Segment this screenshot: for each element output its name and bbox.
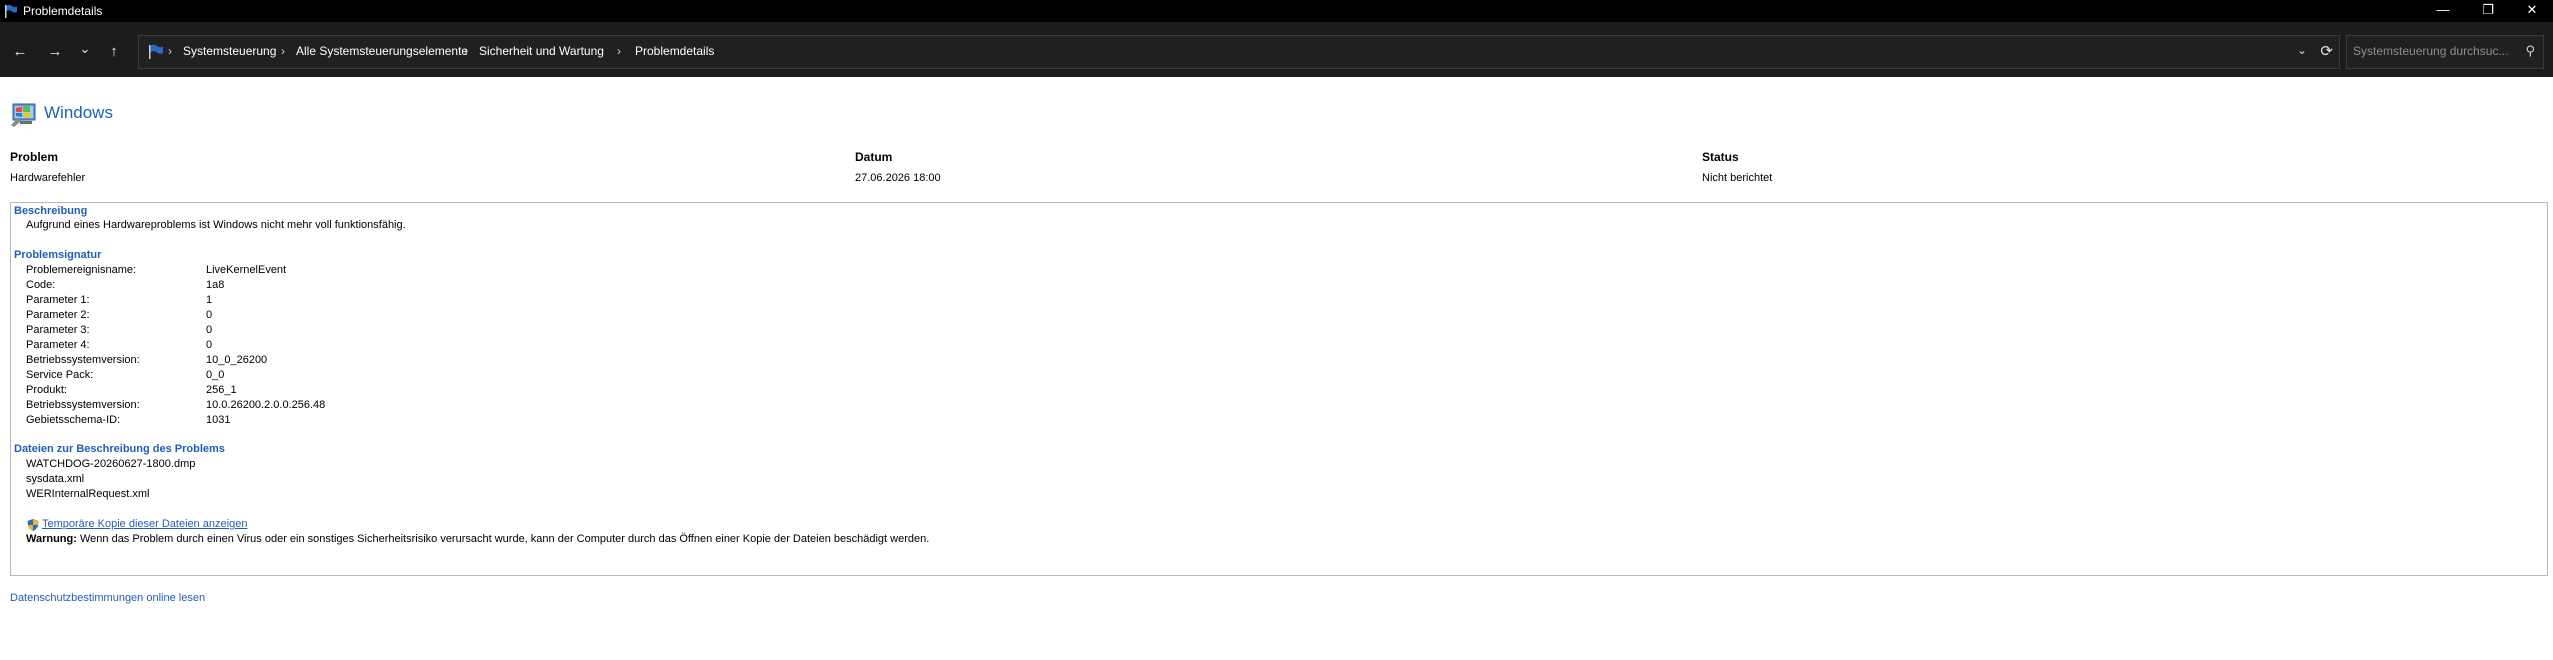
security-shield-icon (27, 519, 39, 531)
search-box[interactable]: ⚲ (2346, 35, 2544, 69)
search-input[interactable] (2353, 44, 2519, 58)
signature-value: 0 (206, 324, 213, 336)
breadcrumb-problemdetails[interactable]: Problemdetails (635, 44, 714, 58)
breadcrumb-separator-icon[interactable]: › (617, 44, 621, 58)
column-header-datum: Datum (855, 150, 893, 164)
section-title-dateien: Dateien zur Beschreibung des Problems (14, 443, 225, 455)
status-value: Nicht berichtet (1702, 172, 1773, 184)
forward-arrow-icon[interactable]: → (42, 40, 68, 66)
signature-key: Gebietsschema-ID: (26, 414, 121, 426)
breadcrumb-separator-icon[interactable]: › (168, 44, 172, 58)
file-item: WATCHDOG-20260627-1800.dmp (26, 458, 196, 470)
back-arrow-icon[interactable]: ← (7, 40, 33, 66)
breadcrumb-systemsteuerung[interactable]: Systemsteuerung (183, 44, 276, 58)
date-value: 27.06.2026 18:00 (855, 172, 941, 184)
details-panel: Beschreibung Aufgrund eines Hardwareprob… (10, 202, 2548, 576)
signature-value: 10.0.26200.2.0.0.256.48 (206, 399, 326, 411)
breadcrumb-separator-icon[interactable]: › (464, 44, 468, 58)
signature-key: Parameter 3: (26, 324, 90, 336)
signature-value: LiveKernelEvent (206, 264, 287, 276)
section-title-beschreibung: Beschreibung (14, 205, 88, 217)
breadcrumb-sicherheit-wartung[interactable]: Sicherheit und Wartung (479, 44, 604, 58)
up-arrow-icon[interactable]: ↑ (101, 40, 127, 66)
address-history-dropdown-icon[interactable]: ⌄ (2297, 43, 2307, 57)
page-title: Windows (44, 103, 113, 122)
windows-maintenance-icon (11, 103, 36, 127)
address-bar[interactable]: › Systemsteuerung › Alle Systemsteuerung… (138, 35, 2340, 69)
breadcrumb-separator-icon[interactable]: › (281, 44, 285, 58)
title-bar: Problemdetails — ❐ ✕ (0, 0, 2553, 22)
signature-value: 1 (206, 294, 213, 306)
control-panel-flag-icon (5, 4, 17, 18)
privacy-statement-link[interactable]: Datenschutzbestimmungen online lesen (10, 592, 205, 604)
signature-value: 1a8 (206, 279, 225, 291)
signature-key: Parameter 2: (26, 309, 90, 321)
description-text: Aufgrund eines Hardwareproblems ist Wind… (26, 219, 406, 231)
search-icon[interactable]: ⚲ (2525, 43, 2535, 59)
recent-locations-chevron-icon[interactable]: ⌄ (72, 37, 98, 63)
temporary-copy-link[interactable]: Temporäre Kopie dieser Dateien anzeigen (42, 518, 247, 530)
signature-key: Code: (26, 279, 56, 291)
signature-value: 1031 (206, 414, 231, 426)
restore-button[interactable]: ❐ (2465, 0, 2511, 22)
signature-key: Betriebssystemversion: (26, 399, 140, 411)
warning-label: Warnung: (26, 533, 77, 545)
signature-key: Service Pack: (26, 369, 94, 381)
signature-key: Betriebssystemversion: (26, 354, 140, 366)
signature-value: 0 (206, 339, 213, 351)
column-header-status: Status (1702, 150, 1739, 164)
signature-key: Problemereignisname: (26, 264, 137, 276)
signature-value: 10_0_26200 (206, 354, 268, 366)
signature-key: Parameter 4: (26, 339, 90, 351)
navigation-bar: ← → ⌄ ↑ › Systemsteuerung › Alle Systems… (0, 22, 2553, 77)
close-button[interactable]: ✕ (2509, 0, 2553, 22)
warning-text: Warnung: Wenn das Problem durch einen Vi… (26, 533, 929, 545)
window-title: Problemdetails (23, 4, 103, 18)
minimize-button[interactable]: — (2420, 0, 2466, 22)
file-item: WERInternalRequest.xml (26, 488, 150, 500)
warning-message: Wenn das Problem durch einen Virus oder … (76, 533, 930, 545)
signature-value: 0 (206, 309, 213, 321)
problem-value: Hardwarefehler (10, 172, 86, 184)
signature-key: Parameter 1: (26, 294, 90, 306)
control-panel-flag-icon (149, 44, 163, 59)
refresh-icon[interactable]: ⟳ (2320, 42, 2333, 60)
signature-value: 256_1 (206, 384, 237, 396)
signature-value: 0_0 (206, 369, 225, 381)
file-item: sysdata.xml (26, 473, 85, 485)
section-title-problemsignatur: Problemsignatur (14, 249, 102, 261)
breadcrumb-alle-elemente[interactable]: Alle Systemsteuerungselemente (296, 44, 468, 58)
signature-key: Produkt: (26, 384, 67, 396)
column-header-problem: Problem (10, 150, 59, 164)
